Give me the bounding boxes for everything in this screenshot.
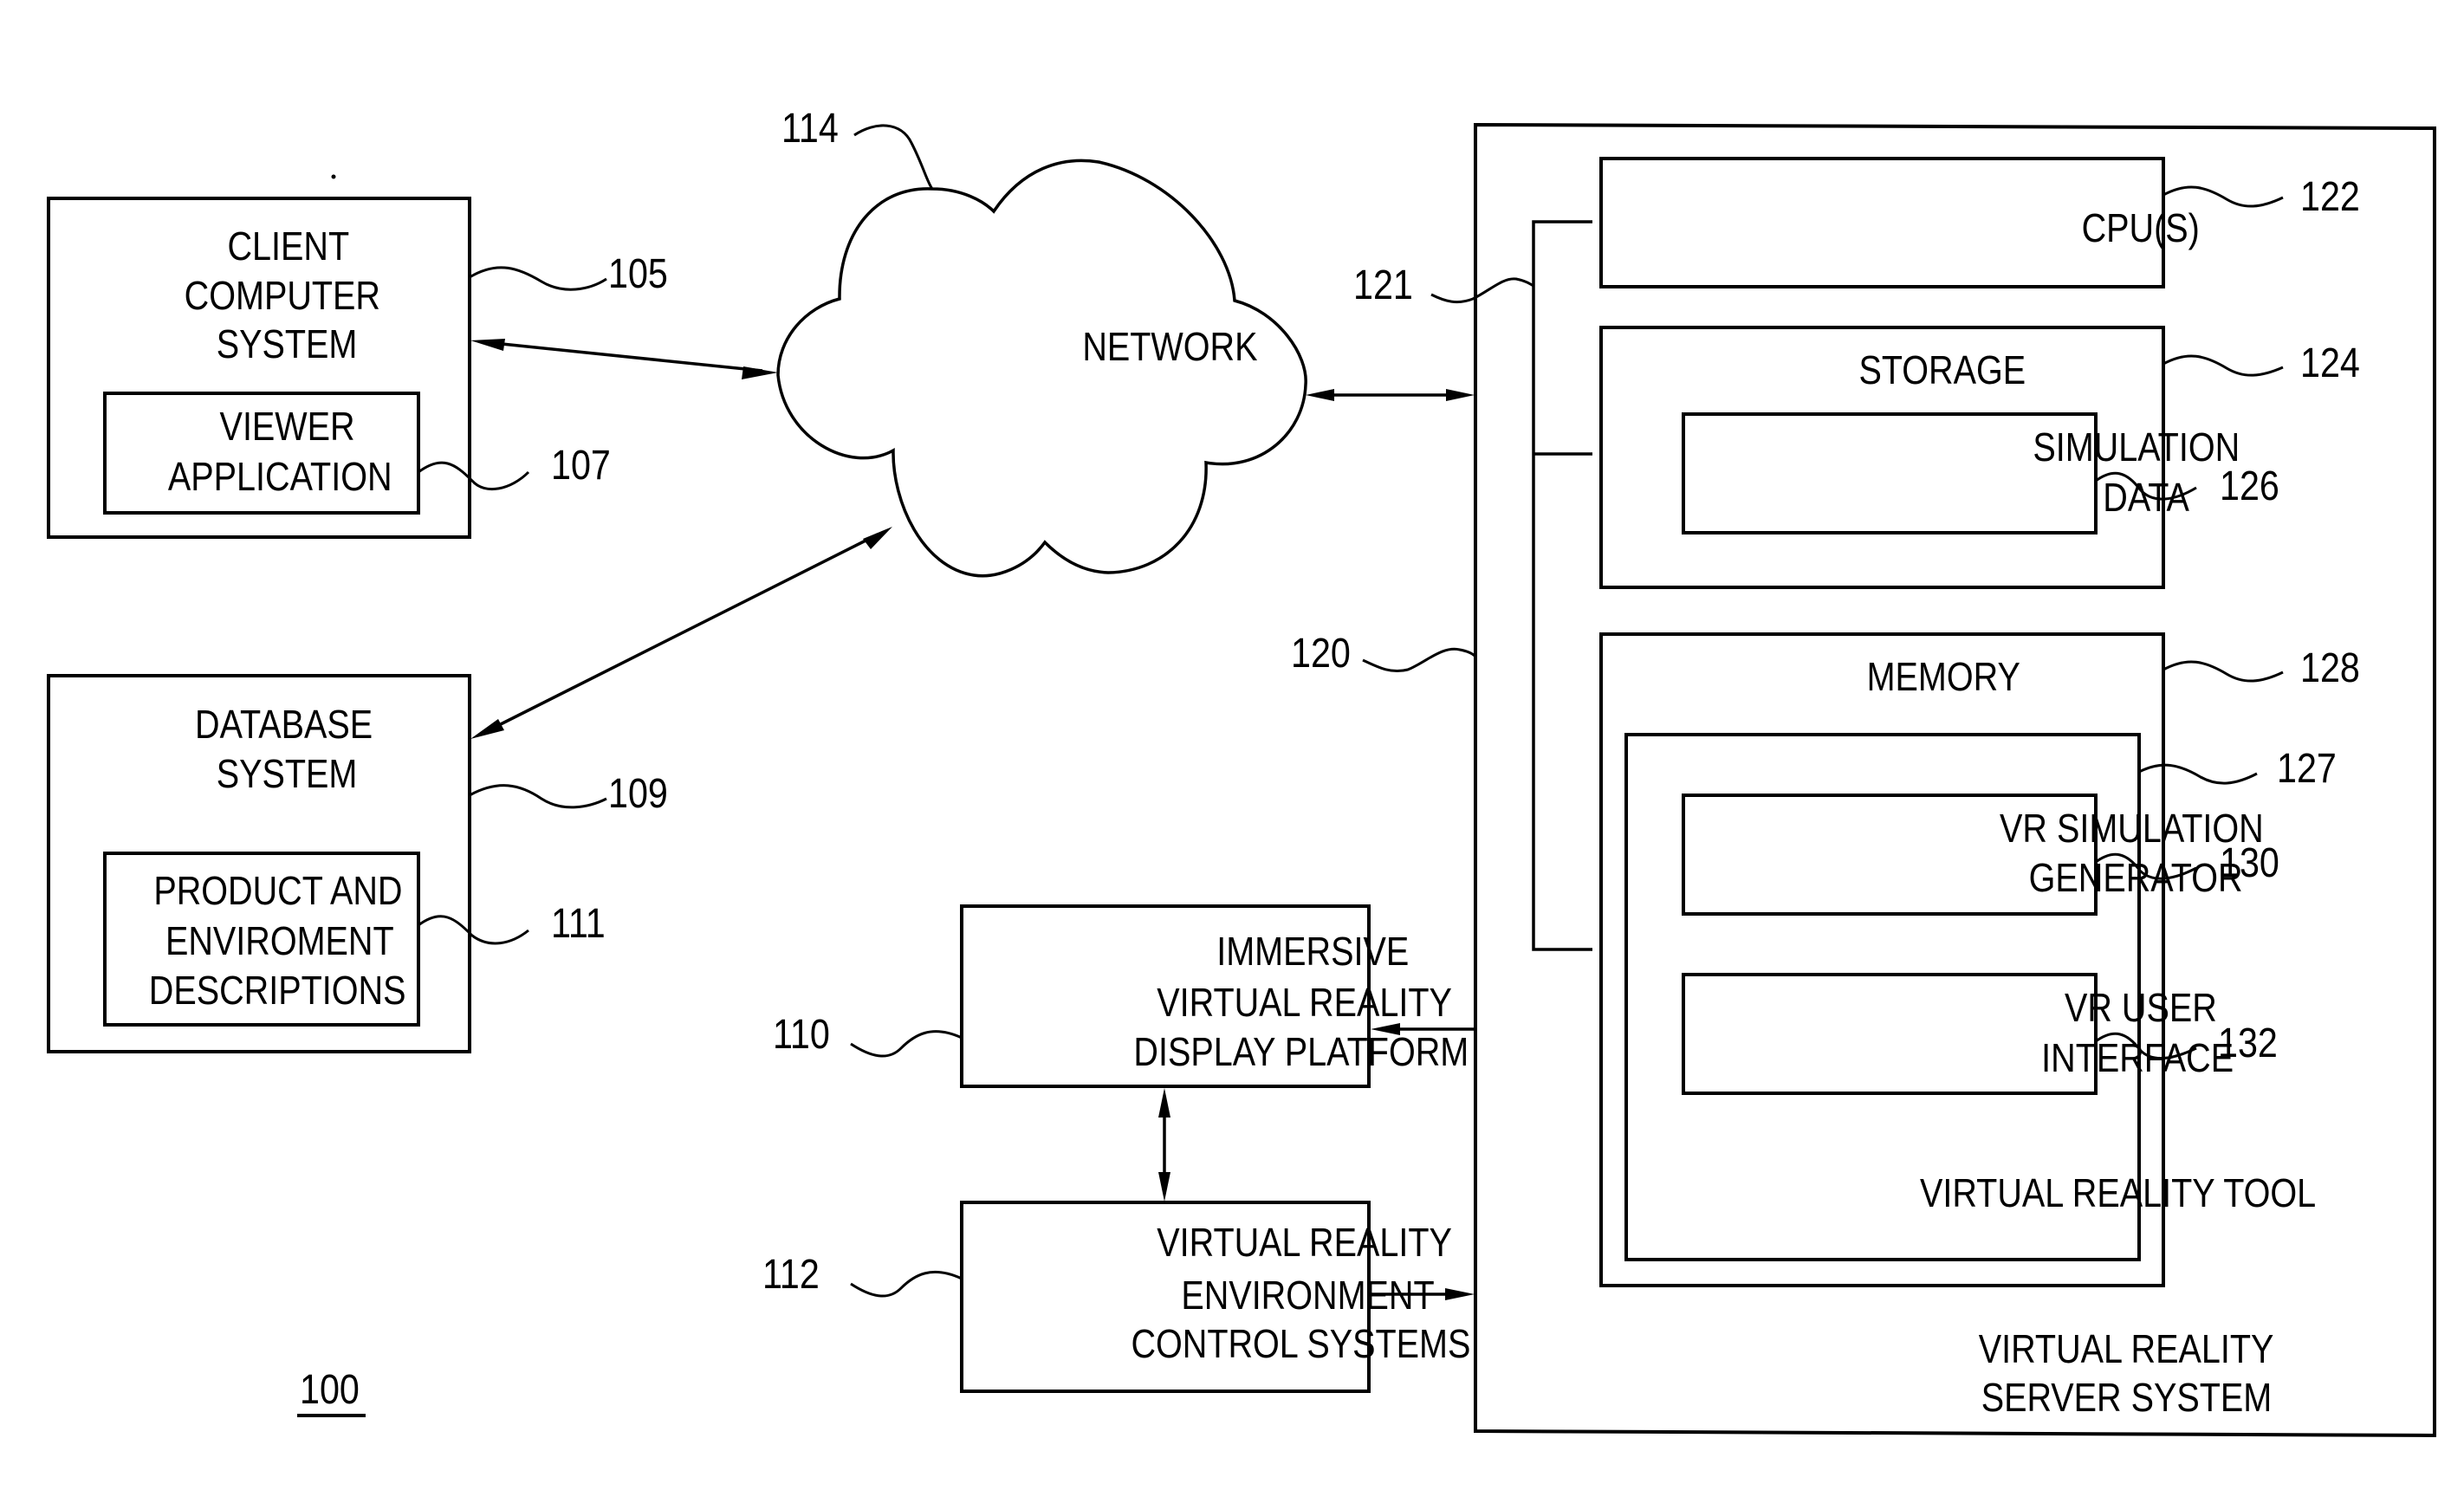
ref-107: 107 [551, 442, 611, 489]
ref-124: 124 [2300, 340, 2360, 386]
descriptions-line-2: ENVIROMENT [165, 919, 394, 963]
leader-109 [469, 784, 607, 809]
ref-112: 112 [762, 1251, 820, 1298]
cpu-label: CPU(S) [2082, 206, 2200, 250]
leader-114 [853, 124, 934, 190]
ref-126: 126 [2220, 463, 2279, 509]
ref-105: 105 [608, 250, 668, 297]
descriptions-line-1: PRODUCT AND [153, 869, 402, 913]
ref-130: 130 [2220, 839, 2279, 886]
descriptions-line-3: DESCRIPTIONS [149, 969, 406, 1013]
product-environment-descriptions[interactable]: PRODUCT AND ENVIROMENT DESCRIPTIONS [103, 852, 420, 1027]
ref-121: 121 [1353, 262, 1413, 308]
ref-132: 132 [2218, 1020, 2278, 1066]
database-title-line-2: SYSTEM [217, 752, 358, 796]
system-diagram: CLIENT COMPUTER SYSTEM VIEWER APPLICATIO… [47, 105, 2436, 1438]
figure-number: 100 [300, 1366, 360, 1413]
environment-control-systems[interactable]: VIRTUAL REALITY ENVIRONMENT CONTROL SYST… [960, 1201, 1470, 1393]
server-title-line-1: VIRTUAL REALITY [1979, 1327, 2274, 1371]
ref-114: 114 [781, 105, 839, 152]
network-cloud[interactable]: NETWORK [776, 159, 1307, 578]
control-line-3: CONTROL SYSTEMS [1131, 1322, 1470, 1366]
network-server-connector [1306, 389, 1475, 401]
leader-110 [850, 1030, 963, 1058]
server-title-line-2: SERVER SYSTEM [1981, 1376, 2273, 1420]
database-title-line-1: DATABASE [195, 703, 373, 747]
simulation-data-line-1: SIMULATION [2033, 425, 2240, 470]
display-line-2: VIRTUAL REALITY [1157, 981, 1452, 1025]
memory-label: MEMORY [1867, 655, 2020, 699]
storage-label: STORAGE [1858, 348, 2026, 392]
ref-128: 128 [2300, 645, 2360, 691]
client-title-line-3: SYSTEM [217, 322, 358, 366]
client-computer-system[interactable]: CLIENT COMPUTER SYSTEM VIEWER APPLICATIO… [47, 197, 471, 539]
display-line-1: IMMERSIVE [1216, 930, 1409, 974]
ref-111: 111 [551, 900, 606, 947]
user-interface-line-2: INTERFACE [2041, 1036, 2234, 1080]
immersive-display-platform[interactable]: IMMERSIVE VIRTUAL REALITY DISPLAY PLATFO… [960, 904, 1469, 1088]
client-title-line-2: COMPUTER [185, 274, 380, 318]
ref-127: 127 [2277, 745, 2337, 792]
client-title-line-1: CLIENT [228, 224, 350, 269]
storage-box[interactable]: STORAGE SIMULATION DATA [1599, 326, 2240, 589]
leader-105 [469, 266, 607, 291]
ref-122: 122 [2300, 173, 2360, 220]
client-network-connector [470, 339, 778, 379]
vr-tool-box[interactable]: VIRTUAL REALITY TOOL VR SIMULATION GENER… [1624, 733, 2316, 1261]
database-system[interactable]: DATABASE SYSTEM PRODUCT AND ENVIROMENT D… [47, 674, 471, 1053]
viewer-line-1: VIEWER [220, 405, 355, 449]
user-interface-line-1: VR USER [2065, 986, 2217, 1030]
display-line-3: DISPLAY PLATFORM [1133, 1030, 1469, 1074]
ref-109: 109 [608, 770, 668, 817]
viewer-application[interactable]: VIEWER APPLICATION [103, 392, 420, 515]
ref-120: 120 [1291, 630, 1351, 677]
control-line-2: ENVIRONMENT [1181, 1273, 1434, 1318]
database-network-connector [470, 527, 892, 739]
ref-110: 110 [773, 1011, 830, 1058]
viewer-line-2: APPLICATION [168, 455, 392, 499]
vr-tool-label: VIRTUAL REALITY TOOL [1920, 1171, 2316, 1215]
leader-112 [850, 1270, 963, 1298]
leader-120 [1362, 647, 1476, 673]
display-control-connector [1158, 1088, 1170, 1202]
network-label: NETWORK [1082, 325, 1257, 369]
cpu-box[interactable]: CPU(S) [1599, 157, 2200, 288]
control-line-1: VIRTUAL REALITY [1157, 1221, 1452, 1265]
scan-dot [331, 174, 336, 179]
generator-line-2: GENERATOR [2029, 856, 2243, 900]
